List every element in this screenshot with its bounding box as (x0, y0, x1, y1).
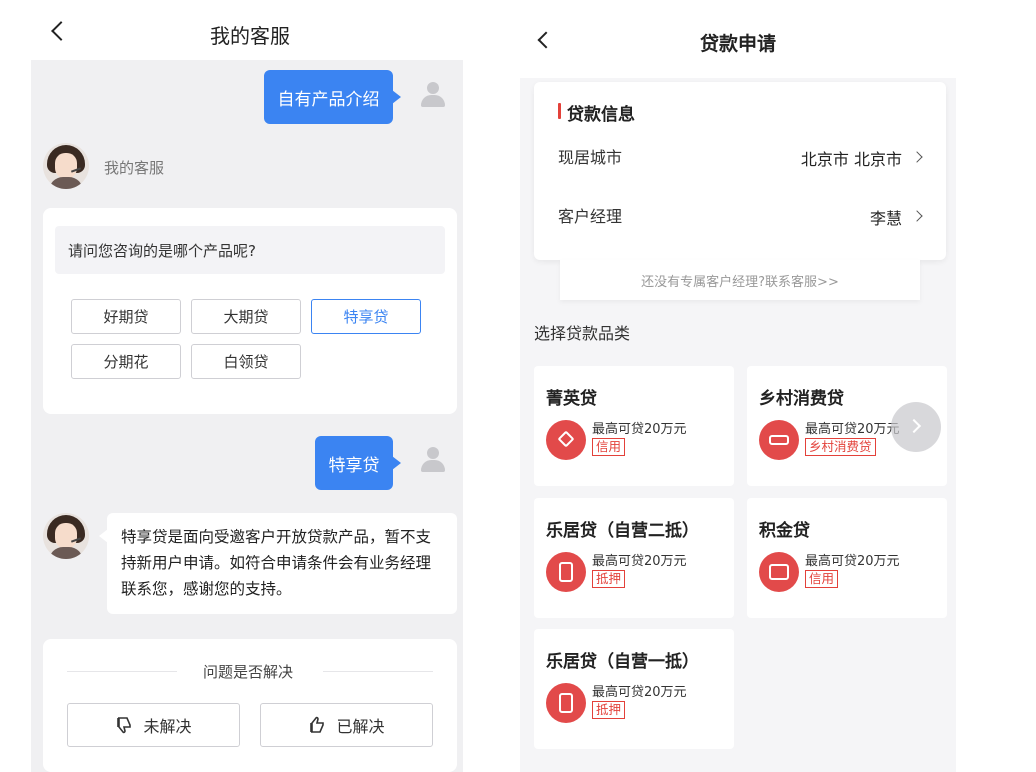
option-fenqihua-button[interactable]: 分期花 (71, 344, 181, 379)
reply-line: 持新用户申请。如符合申请条件会有业务经理 (121, 554, 432, 572)
loan-apply-title: 贷款申请 (699, 33, 776, 55)
agent-avatar (43, 143, 89, 189)
product-name: 菁英贷 (546, 389, 597, 409)
divider (323, 671, 433, 672)
tie-icon (546, 420, 586, 460)
unsolved-label: 未解决 (143, 717, 192, 736)
product-name: 乡村消费贷 (759, 389, 844, 409)
product-tag: 信用 (805, 570, 839, 588)
chevron-right-icon[interactable] (911, 151, 923, 163)
question-text: 请问您咨询的是哪个产品呢? (55, 226, 445, 274)
product-amount: 最高可贷20万元 (805, 422, 900, 437)
divider (67, 671, 177, 672)
option-daqidai-button[interactable]: 大期贷 (191, 299, 301, 334)
agent-avatar (43, 513, 89, 559)
product-tag: 乡村消费贷 (805, 438, 876, 456)
manager-label: 客户经理 (558, 207, 623, 226)
back-chevron-icon[interactable] (51, 21, 71, 41)
agent-reply-bubble: 特享贷是面向受邀客户开放贷款产品，暂不支 持新用户申请。如符合申请条件会有业务经… (99, 513, 457, 614)
solved-button[interactable]: 已解决 (260, 703, 433, 747)
building-icon (546, 683, 586, 723)
product-tag: 抵押 (592, 570, 626, 588)
product-card-jijindai[interactable]: 积金贷 最高可贷20万元 信用 (747, 498, 947, 618)
user-message-bubble: 特享贷 (315, 436, 401, 490)
thumbs-down-icon (117, 717, 132, 734)
user-avatar-icon (418, 80, 448, 110)
product-amount: 最高可贷20万元 (592, 422, 687, 437)
product-amount: 最高可贷20万元 (592, 685, 687, 700)
scroll-next-button[interactable] (891, 402, 941, 452)
feedback-card: 问题是否解决 未解决 已解决 (43, 639, 457, 772)
reply-line: 特享贷是面向受邀客户开放贷款产品，暂不支 (121, 528, 432, 546)
manager-value[interactable]: 李慧 (784, 205, 902, 229)
option-texiangdai-button[interactable]: 特享贷 (311, 299, 421, 334)
user-avatar-icon (418, 445, 448, 475)
product-card-lejudai-1[interactable]: 乐居贷（自营一抵） 最高可贷20万元 抵押 (534, 629, 734, 749)
product-card-jingying[interactable]: 菁英贷 最高可贷20万元 信用 (534, 366, 734, 486)
solved-label: 已解决 (336, 717, 385, 736)
agent-name: 我的客服 (104, 159, 165, 177)
back-chevron-icon[interactable] (537, 31, 555, 49)
chevron-right-icon (906, 418, 922, 434)
user-message-bubble: 自有产品介绍 (264, 70, 401, 124)
product-name: 乐居贷（自营二抵） (546, 521, 699, 541)
wallet-icon (759, 552, 799, 592)
chevron-right-icon[interactable] (911, 210, 923, 222)
unsolved-button[interactable]: 未解决 (67, 703, 240, 747)
chat-title: 我的客服 (210, 24, 290, 48)
building-icon (546, 552, 586, 592)
category-heading: 选择贷款品类 (534, 324, 631, 343)
left-header: 我的客服 (0, 0, 495, 60)
product-card-lejudai-2[interactable]: 乐居贷（自营二抵） 最高可贷20万元 抵押 (534, 498, 734, 618)
chat-area[interactable]: 自有产品介绍 我的客服 请问您咨询的是哪个产品呢? 好期贷 大期贷 特享贷 分期… (31, 60, 463, 772)
right-header: 贷款申请 (520, 0, 956, 78)
product-amount: 最高可贷20万元 (592, 554, 687, 569)
handshake-icon (759, 420, 799, 460)
thumbs-up-icon (310, 716, 325, 733)
product-name: 积金贷 (759, 521, 810, 541)
product-amount: 最高可贷20万元 (805, 554, 900, 569)
question-card: 请问您咨询的是哪个产品呢? 好期贷 大期贷 特享贷 分期花 白领贷 (43, 208, 457, 414)
city-label: 现居城市 (558, 148, 623, 167)
loan-info-title: 贷款信息 (567, 105, 635, 125)
loan-info-card: 贷款信息 现居城市 北京市 北京市 客户经理 李慧 (534, 82, 946, 260)
product-tag: 信用 (592, 438, 626, 456)
product-name: 乐居贷（自营一抵） (546, 652, 699, 672)
option-haoqidai-button[interactable]: 好期贷 (71, 299, 181, 334)
city-value[interactable]: 北京市 北京市 (734, 146, 902, 170)
product-tag: 抵押 (592, 701, 626, 719)
option-bailingdai-button[interactable]: 白领贷 (191, 344, 301, 379)
section-marker (558, 103, 561, 119)
contact-service-link[interactable]: 还没有专属客户经理?联系客服>> (560, 260, 920, 300)
feedback-title: 问题是否解决 (202, 663, 293, 681)
reply-line: 联系您，感谢您的支持。 (121, 580, 292, 598)
